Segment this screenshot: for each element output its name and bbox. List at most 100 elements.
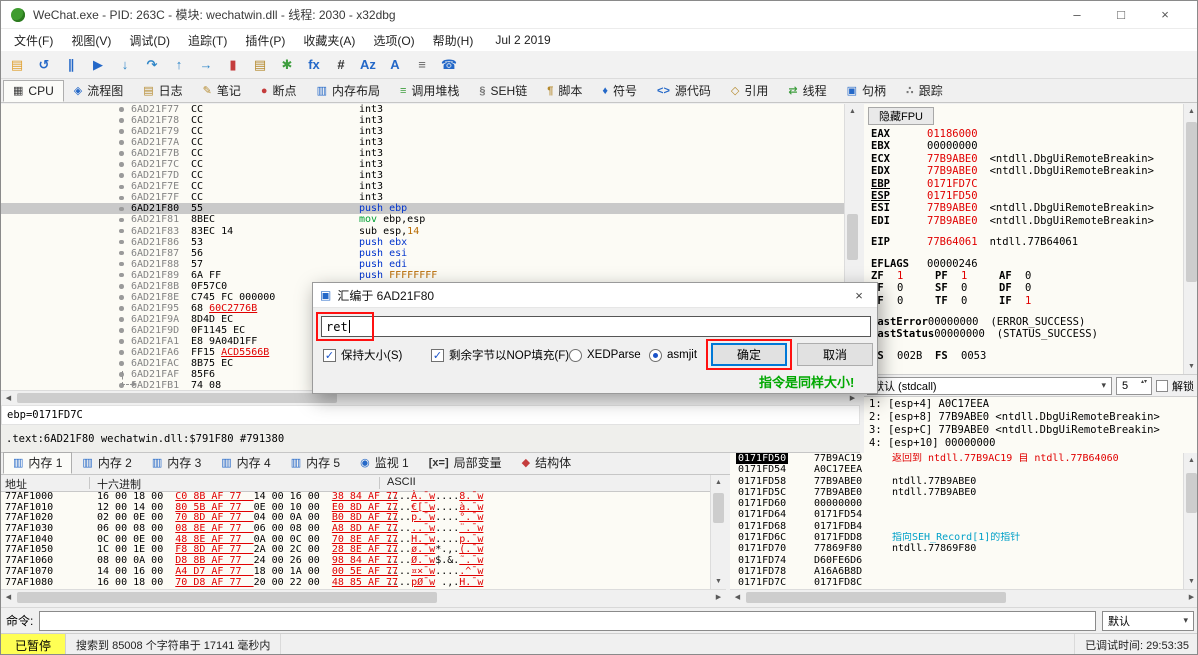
menu-item-favourites[interactable]: 收藏夹(A) xyxy=(294,32,364,49)
calculator-icon[interactable]: # xyxy=(329,54,353,76)
scroll-thumb[interactable] xyxy=(1186,473,1197,513)
register-row[interactable]: EBP0171FD7C xyxy=(864,178,1183,190)
tab-symbols[interactable]: ♦符号 xyxy=(592,80,647,102)
stack-row[interactable]: 0171FD54A0C17EEA xyxy=(730,464,1183,475)
close-button[interactable]: × xyxy=(1143,2,1187,28)
arguments-pane[interactable]: 1: [esp+4] A0C17EEA2: [esp+8] 77B9ABE0 <… xyxy=(864,396,1198,453)
register-row[interactable]: ESI77B9ABE0<ntdll.DbgUiRemoteBreakin> xyxy=(864,202,1183,214)
register-row[interactable]: OF0SF0DF0 xyxy=(864,282,1183,294)
scroll-thumb[interactable] xyxy=(17,592,437,603)
register-row[interactable]: ZF1PF1AF0 xyxy=(864,270,1183,282)
scroll-right-button[interactable] xyxy=(711,590,726,605)
tab-dump-3[interactable]: ▥内存 3 xyxy=(142,452,211,474)
font-icon[interactable]: A xyxy=(383,54,407,76)
stack-scrollbar-vertical[interactable] xyxy=(1183,453,1198,589)
open-file-icon[interactable]: ▤ xyxy=(5,54,29,76)
scroll-thumb[interactable] xyxy=(847,214,858,260)
dump-header-ascii[interactable]: ASCII xyxy=(387,476,416,488)
menu-item-debug[interactable]: 调试(D) xyxy=(120,32,179,49)
unlock-checkbox[interactable]: 解锁 xyxy=(1156,378,1196,394)
asmjit-radio[interactable]: asmjit xyxy=(649,346,697,364)
stack-row[interactable]: 0171FD6000000000 xyxy=(730,498,1183,509)
stack-row[interactable]: 0171FD680171FDB4 xyxy=(730,521,1183,532)
script-fx-icon[interactable]: fx xyxy=(302,54,326,76)
argument-row[interactable]: 1: [esp+4] A0C17EEA xyxy=(864,398,1198,411)
tab-cpu[interactable]: ▦CPU xyxy=(3,80,64,102)
memory-dump-pane[interactable]: 地址 十六进制 ASCII 77AF100016 00 18 00 C0 8B … xyxy=(1,475,710,589)
menu-item-plugins[interactable]: 插件(P) xyxy=(236,32,294,49)
disasm-row[interactable]: 6AD21F7ECCint3 xyxy=(1,181,844,192)
stack-pane[interactable]: 0171FD5077B9AC19返回到 ntdll.77B9AC19 自 ntd… xyxy=(730,453,1183,589)
disasm-row[interactable]: 6AD21F896A FFpush FFFFFFFF xyxy=(1,270,844,281)
disasm-row[interactable]: 6AD21F7FCCint3 xyxy=(1,192,844,203)
menu-item-help[interactable]: 帮助(H) xyxy=(424,32,483,49)
argument-count-spinner[interactable]: 5 xyxy=(1116,377,1152,395)
step-out-icon[interactable]: ↑ xyxy=(167,54,191,76)
tab-struct[interactable]: ◆结构体 xyxy=(512,452,581,474)
checkbox-box[interactable] xyxy=(431,349,444,362)
patches-icon[interactable]: ▮ xyxy=(221,54,245,76)
register-row[interactable]: EFLAGS00000246 xyxy=(864,258,1183,270)
topmost-icon[interactable]: ≡ xyxy=(410,54,434,76)
menu-item-view[interactable]: 视图(V) xyxy=(62,32,120,49)
tab-handles[interactable]: ▣句柄 xyxy=(837,80,896,102)
step-over-icon[interactable]: ↷ xyxy=(140,54,164,76)
disasm-row[interactable]: 6AD21F7BCCint3 xyxy=(1,148,844,159)
scroll-thumb[interactable] xyxy=(713,493,724,523)
tab-memory-map[interactable]: ▥内存布局 xyxy=(307,80,390,102)
menu-item-options[interactable]: 选项(O) xyxy=(364,32,423,49)
tab-script[interactable]: ¶脚本 xyxy=(537,80,592,102)
scroll-thumb[interactable] xyxy=(17,393,337,403)
scroll-down-button[interactable] xyxy=(711,574,726,589)
pause-icon[interactable]: ∥ xyxy=(59,54,83,76)
dump-row[interactable]: 77AF108016 00 18 00 70 D8 AF 77 20 00 22… xyxy=(1,578,710,589)
scroll-down-button[interactable] xyxy=(1184,574,1198,589)
argument-row[interactable]: 2: [esp+8] 77B9ABE0 <ntdll.DbgUiRemoteBr… xyxy=(864,411,1198,424)
tab-source[interactable]: <>源代码 xyxy=(647,80,721,102)
scroll-thumb[interactable] xyxy=(746,592,1006,603)
disasm-row[interactable]: 6AD21F8756push esi xyxy=(1,248,844,259)
register-row[interactable]: ECX77B9ABE0<ntdll.DbgUiRemoteBreakin> xyxy=(864,153,1183,165)
menu-item-file[interactable]: 文件(F) xyxy=(5,32,62,49)
calling-convention-combobox[interactable]: 默认 (stdcall) xyxy=(867,377,1112,395)
register-row[interactable]: EAX01186000 xyxy=(864,128,1183,140)
tab-dump-1[interactable]: ▥内存 1 xyxy=(3,452,72,474)
tab-threads[interactable]: ⇄线程 xyxy=(778,80,836,102)
tab-call-stack[interactable]: ≡调用堆栈 xyxy=(390,80,469,102)
stack-row[interactable]: 0171FD78A16A6B8D xyxy=(730,566,1183,577)
tab-dump-4[interactable]: ▥内存 4 xyxy=(211,452,280,474)
checkbox-box[interactable] xyxy=(1156,380,1168,392)
tab-watch-1[interactable]: ◉监视 1 xyxy=(350,452,419,474)
register-row[interactable]: EDI77B9ABE0<ntdll.DbgUiRemoteBreakin> xyxy=(864,215,1183,227)
stack-row[interactable]: 0171FD7C0171FD8C xyxy=(730,577,1183,588)
stack-row[interactable]: 0171FD7077869F80ntdll.77869F80 xyxy=(730,543,1183,554)
tab-locals[interactable]: [x=]局部变量 xyxy=(419,452,512,474)
scroll-left-button[interactable] xyxy=(1,391,16,406)
preferences-az-icon[interactable]: Az xyxy=(356,54,380,76)
log-toolbar-icon[interactable]: ▤ xyxy=(248,54,272,76)
register-row[interactable]: LastStatus00000000(STATUS_SUCCESS) xyxy=(864,328,1183,340)
scroll-up-button[interactable] xyxy=(1184,104,1198,119)
step-into-icon[interactable]: ↓ xyxy=(113,54,137,76)
xedparse-radio[interactable]: XEDParse xyxy=(569,346,641,364)
tab-log[interactable]: ▤日志 xyxy=(133,80,192,102)
dump-header-hex[interactable]: 十六进制 xyxy=(97,476,141,492)
disasm-row[interactable]: 6AD21F8055push ebp xyxy=(1,203,844,214)
register-row[interactable]: GS002BFS0053 xyxy=(864,350,1183,362)
dump-scrollbar-horizontal[interactable] xyxy=(1,589,726,605)
registers-scrollbar-vertical[interactable] xyxy=(1183,104,1198,374)
disasm-row[interactable]: 6AD21F7DCCint3 xyxy=(1,170,844,181)
checkbox-box[interactable] xyxy=(323,349,336,362)
dialog-close-icon[interactable] xyxy=(848,288,870,303)
tab-dump-5[interactable]: ▥内存 5 xyxy=(281,452,350,474)
scroll-up-button[interactable] xyxy=(845,104,860,119)
stack-row[interactable]: 0171FD74D60FE6D6 xyxy=(730,555,1183,566)
menu-item-trace[interactable]: 追踪(T) xyxy=(179,32,236,49)
maximize-button[interactable]: □ xyxy=(1099,2,1143,28)
stack-row[interactable]: 0171FD5C77B9ABE0ntdll.77B9ABE0 xyxy=(730,487,1183,498)
tab-trace-tab[interactable]: ∴跟踪 xyxy=(896,80,953,102)
disasm-row[interactable]: 6AD21F8857push edi xyxy=(1,259,844,270)
minimize-button[interactable]: – xyxy=(1055,2,1099,28)
scroll-thumb[interactable] xyxy=(1186,122,1197,282)
disasm-row[interactable]: 6AD21F7ACCint3 xyxy=(1,137,844,148)
